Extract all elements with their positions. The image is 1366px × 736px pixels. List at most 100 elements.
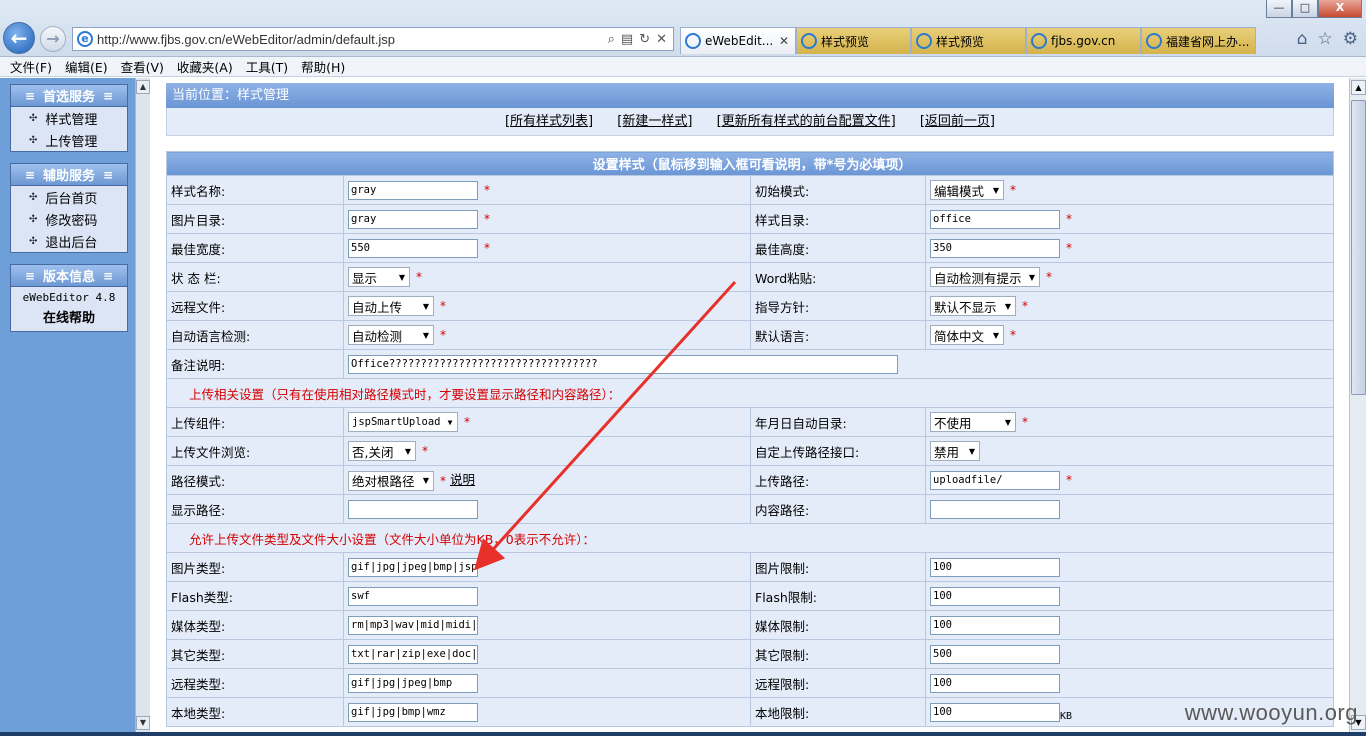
media-types-input[interactable]: rm|mp3|wav|mid|midi|r (348, 615, 478, 635)
local-limit-input[interactable]: 100 (930, 702, 1060, 722)
word-paste-select[interactable]: 自动检测有提示 ▼ (930, 267, 1040, 287)
sidebar-item-admin-home[interactable]: ✣ 后台首页 (11, 186, 127, 208)
bullet-icon: ✣ (29, 134, 38, 146)
menu-tools[interactable]: 工具(T) (246, 57, 288, 76)
scroll-up-icon[interactable]: ▲ (136, 80, 150, 94)
style-dir-input[interactable]: office (930, 209, 1060, 229)
main-scrollbar[interactable]: ▲ ▼ (1349, 78, 1366, 732)
menu-help[interactable]: 帮助(H) (301, 57, 345, 76)
tab-close-icon[interactable]: ✕ (779, 34, 793, 48)
tools-gear-icon[interactable]: ⚙ (1343, 29, 1358, 49)
forward-button[interactable]: → (40, 26, 66, 52)
required-mark: * (422, 444, 428, 458)
chevron-down-icon: ▼ (1028, 272, 1036, 282)
image-types-input[interactable]: gif|jpg|jpeg|bmp|jsp (348, 557, 478, 577)
remote-file-select[interactable]: 自动上传 ▼ (348, 296, 434, 316)
default-lang-select[interactable]: 简体中文 ▼ (930, 325, 1004, 345)
menu-lines-icon: ≡ (103, 167, 114, 182)
address-bar[interactable]: e http://www.fjbs.gov.cn/eWebEditor/admi… (72, 27, 674, 51)
flash-types-input[interactable]: swf (348, 586, 478, 606)
required-mark: * (484, 212, 490, 226)
ie-tab-icon (1146, 33, 1162, 49)
compat-view-icon[interactable]: ▤ (621, 32, 633, 47)
field-label: 自定上传路径接口: (750, 436, 926, 466)
guide-select[interactable]: 默认不显示 ▼ (930, 296, 1016, 316)
version-text: eWebEditor 4.8 (22, 291, 116, 304)
tab-label: 福建省网上办... (1166, 34, 1250, 49)
close-window-button[interactable]: X (1318, 0, 1362, 18)
remark-input[interactable]: Office????????????????????????????????? (348, 354, 898, 374)
scroll-up-icon[interactable]: ▲ (1351, 80, 1366, 95)
address-url[interactable]: http://www.fjbs.gov.cn/eWebEditor/admin/… (97, 32, 608, 47)
menu-file[interactable]: 文件(F) (10, 57, 52, 76)
style-name-input[interactable]: gray (348, 180, 478, 200)
field-label: 其它限制: (750, 639, 926, 669)
upload-path-input[interactable]: uploadfile/ (930, 470, 1060, 490)
best-height-input[interactable]: 350 (930, 238, 1060, 258)
content-path-input[interactable] (930, 499, 1060, 519)
sidebar-item-change-password[interactable]: ✣ 修改密码 (11, 208, 127, 230)
best-width-input[interactable]: 550 (348, 238, 478, 258)
tab-fujian[interactable]: 福建省网上办... (1141, 27, 1256, 54)
status-bar-select[interactable]: 显示 ▼ (348, 267, 410, 287)
date-dir-select[interactable]: 不使用 ▼ (930, 412, 1016, 432)
sidebar-item-style-manage[interactable]: ✣ 样式管理 (11, 107, 127, 129)
field-label: 上传组件: (166, 407, 344, 437)
sidebar-item-upload-manage[interactable]: ✣ 上传管理 (11, 129, 127, 151)
path-mode-select[interactable]: 绝对根路径 ▼ (348, 470, 434, 491)
field-label: Flash限制: (750, 581, 926, 611)
online-help-link[interactable]: 在线帮助 (11, 309, 127, 331)
favorites-star-icon[interactable]: ☆ (1318, 29, 1333, 49)
tab-style-preview-2[interactable]: 样式预览 (911, 27, 1026, 54)
other-limit-input[interactable]: 500 (930, 644, 1060, 664)
remote-types-input[interactable]: gif|jpg|jpeg|bmp (348, 673, 478, 693)
display-path-input[interactable] (348, 499, 478, 519)
media-limit-input[interactable]: 100 (930, 615, 1060, 635)
chevron-down-icon: ▼ (968, 446, 976, 456)
sidebar-item-logout[interactable]: ✣ 退出后台 (11, 230, 127, 252)
minimize-button[interactable]: — (1266, 0, 1292, 18)
types-section-title: 允许上传文件类型及文件大小设置（文件大小单位为KB，0表示不允许）： (166, 523, 1334, 553)
custom-path-select[interactable]: 禁用 ▼ (930, 441, 980, 461)
path-mode-help-link[interactable]: 说明 (450, 472, 475, 487)
other-types-input[interactable]: txt|rar|zip|exe|doc|d (348, 644, 478, 664)
link-new-style[interactable]: [新建一样式] (617, 114, 692, 129)
back-button[interactable]: ← (3, 22, 35, 54)
scroll-down-icon[interactable]: ▼ (136, 716, 150, 730)
select-value: 自动检测有提示 (934, 270, 1022, 286)
field-label: 初始模式: (750, 175, 926, 205)
upload-component-select[interactable]: jspSmartUpload ▼ (348, 412, 458, 432)
required-mark: * (416, 270, 422, 284)
tab-style-preview-1[interactable]: 样式预览 (796, 27, 911, 54)
local-types-input[interactable]: gif|jpg|bmp|wmz (348, 702, 478, 722)
left-scrollbar[interactable]: ▲ ▼ (135, 78, 150, 732)
flash-limit-input[interactable]: 100 (930, 586, 1060, 606)
tab-ewebeditor[interactable]: eWebEdit... ✕ (680, 27, 796, 54)
menu-edit[interactable]: 编辑(E) (65, 57, 108, 76)
remote-limit-input[interactable]: 100 (930, 673, 1060, 693)
field-label: 图片目录: (166, 204, 344, 234)
required-mark: * (440, 299, 446, 313)
chevron-down-icon: ▼ (992, 330, 1000, 340)
scroll-thumb[interactable] (1351, 100, 1366, 395)
search-icon[interactable]: ⌕ (608, 32, 615, 47)
refresh-icon[interactable]: ↻ (639, 32, 650, 47)
stop-icon[interactable]: ✕ (656, 32, 667, 47)
link-go-back[interactable]: [返回前一页] (920, 114, 995, 129)
link-update-config[interactable]: [更新所有样式的前台配置文件] (717, 114, 896, 129)
image-limit-input[interactable]: 100 (930, 557, 1060, 577)
home-icon[interactable]: ⌂ (1297, 29, 1308, 49)
menu-favorites[interactable]: 收藏夹(A) (177, 57, 233, 76)
maximize-button[interactable]: □ (1292, 0, 1318, 18)
required-mark: * (464, 415, 470, 429)
image-dir-input[interactable]: gray (348, 209, 478, 229)
breadcrumb: 当前位置：样式管理 (166, 83, 1334, 108)
tab-fjbs[interactable]: fjbs.gov.cn (1026, 27, 1141, 54)
menu-lines-icon: ≡ (24, 88, 35, 103)
menu-view[interactable]: 查看(V) (121, 57, 164, 76)
select-value: 默认不显示 (934, 299, 997, 315)
init-mode-select[interactable]: 编辑模式 ▼ (930, 180, 1004, 200)
link-all-styles[interactable]: [所有样式列表] (505, 114, 593, 129)
auto-lang-select[interactable]: 自动检测 ▼ (348, 325, 434, 345)
upload-browse-select[interactable]: 否,关闭 ▼ (348, 441, 416, 461)
